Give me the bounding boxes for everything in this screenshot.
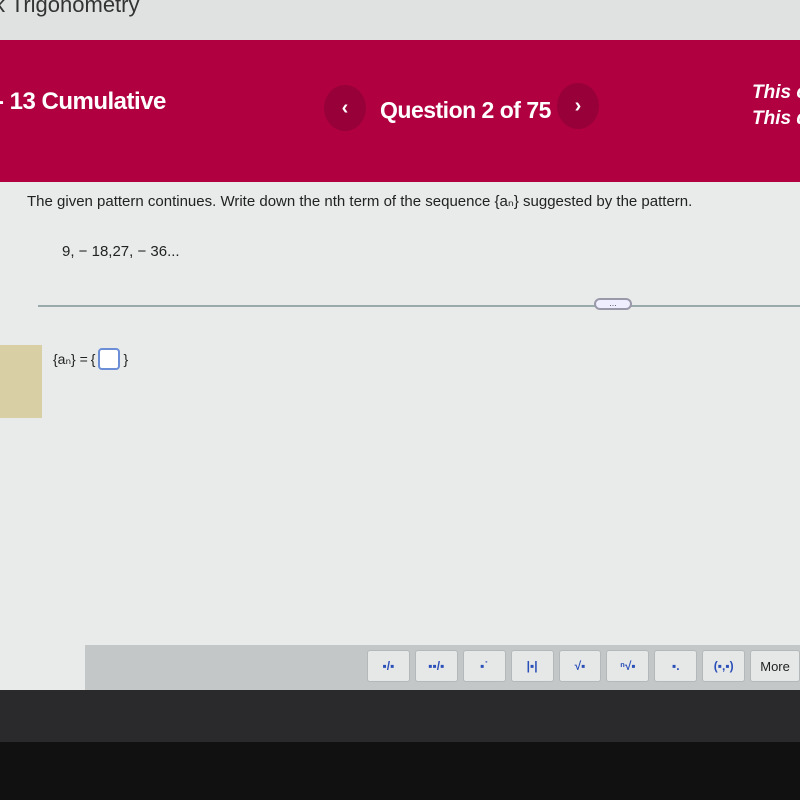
fraction-button[interactable]: ▪/▪ bbox=[367, 650, 410, 682]
exponent-button[interactable]: ▪˙ bbox=[462, 650, 506, 682]
answer-label: {aₙ} = bbox=[53, 350, 88, 367]
brace-close: } bbox=[123, 351, 129, 367]
chevron-right-icon: › bbox=[574, 94, 582, 117]
subscript-button[interactable]: ▪. bbox=[654, 650, 698, 682]
math-toolbar: ▪/▪ ▪▪/▪ ▪˙ |▪| √▪ ⁿ√▪ ▪. (▪,▪) More bbox=[85, 645, 800, 690]
next-question-button[interactable]: › bbox=[557, 83, 599, 129]
expand-handle[interactable]: ... bbox=[594, 298, 632, 310]
info-line: This q bbox=[752, 108, 800, 129]
course-title: k Trigonometry bbox=[0, 0, 140, 17]
more-button[interactable]: More bbox=[750, 650, 800, 682]
assignment-title: - 13 Cumulative bbox=[0, 88, 166, 115]
divider[interactable] bbox=[38, 305, 800, 307]
sequence-terms: 9, − 18,27, − 36... bbox=[62, 243, 180, 260]
absolute-value-button[interactable]: |▪| bbox=[510, 650, 554, 682]
info-line: This c bbox=[752, 82, 800, 103]
ordered-pair-button[interactable]: (▪,▪) bbox=[702, 650, 746, 682]
answer-row: {aₙ} = { } bbox=[53, 348, 128, 370]
brace-open: { bbox=[90, 351, 96, 367]
mixed-number-button[interactable]: ▪▪/▪ bbox=[414, 650, 458, 682]
top-bar: k Trigonometry bbox=[0, 0, 800, 42]
nth-root-button[interactable]: ⁿ√▪ bbox=[606, 650, 650, 682]
screen-bezel bbox=[0, 690, 800, 742]
score-info: This c This q bbox=[752, 80, 800, 132]
question-prompt: The given pattern continues. Write down … bbox=[27, 193, 693, 210]
answer-marker bbox=[0, 345, 42, 418]
answer-input[interactable] bbox=[98, 348, 121, 370]
question-counter: Question 2 of 75 bbox=[380, 97, 551, 123]
previous-question-button[interactable]: ‹ bbox=[324, 85, 366, 131]
square-root-button[interactable]: √▪ bbox=[558, 650, 602, 682]
chevron-left-icon: ‹ bbox=[341, 96, 349, 119]
